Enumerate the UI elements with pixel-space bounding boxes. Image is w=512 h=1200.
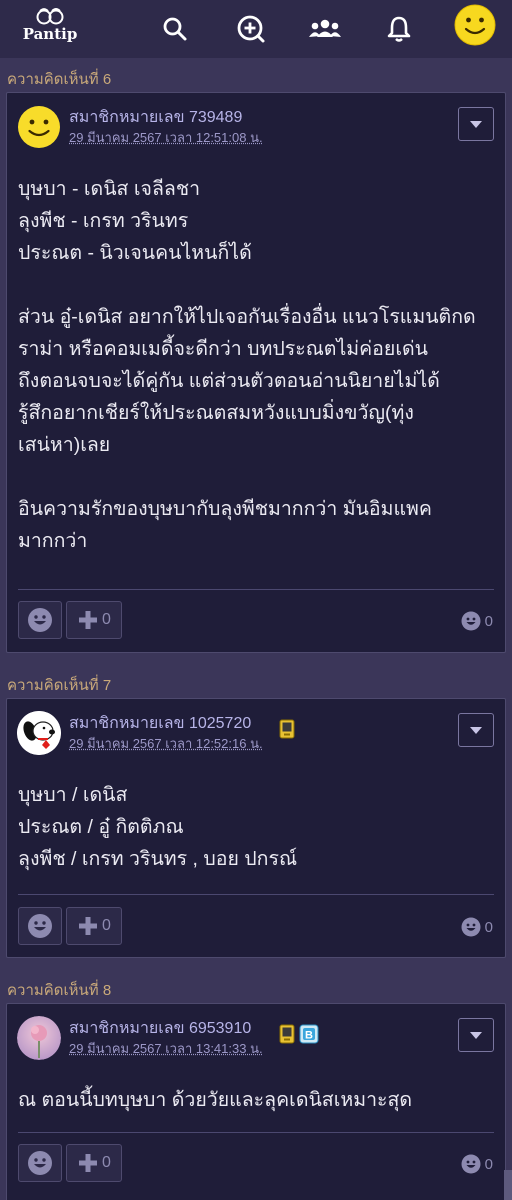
profile-avatar[interactable] <box>454 4 496 46</box>
comment-card: สมาชิกหมายเลข 6953910 B 29 มีนาคม 2567 เ… <box>6 1003 506 1200</box>
avatar[interactable] <box>17 105 61 149</box>
pantip-logo-icon <box>35 6 65 26</box>
comment-card: สมาชิกหมายเลข 1025720 29 มีนาคม 2567 เวล… <box>6 698 506 958</box>
emotion-count: 0 <box>461 611 493 631</box>
emotion-face-icon <box>461 611 481 631</box>
avatar[interactable] <box>17 1016 61 1060</box>
comment-body: ณ ตอนนี้บทบุษบา ด้วยวัยและลุคเดนิสเหมาะส… <box>18 1084 493 1116</box>
avatar[interactable] <box>17 711 61 755</box>
divider <box>18 894 494 895</box>
emotion-count-value: 0 <box>485 919 493 936</box>
emotion-count: 0 <box>461 1154 493 1174</box>
add-topic-icon[interactable] <box>231 9 271 49</box>
emotion-button[interactable] <box>18 907 62 945</box>
comment-body: บุษบา / เดนิส ประณต / อู๋ กิตติภณ ลุงพีช… <box>18 779 493 875</box>
post-timestamp[interactable]: 29 มีนาคม 2567 เวลา 12:51:08 น. <box>69 127 263 148</box>
comment-number-label: ความคิดเห็นที่ 7 <box>7 673 111 697</box>
blog-badge-letter: B <box>305 1030 313 1042</box>
plus-vote-button[interactable]: 0 <box>66 907 122 945</box>
emotion-face-icon <box>27 913 53 939</box>
logo-text: Pantip <box>23 25 78 43</box>
comment-number-label: ความคิดเห็นที่ 8 <box>7 978 111 1002</box>
plus-icon <box>77 915 99 937</box>
emotion-button[interactable] <box>18 601 62 639</box>
phone-badge-icon <box>279 719 295 739</box>
emotion-button[interactable] <box>18 1144 62 1182</box>
comment-menu-button[interactable] <box>458 713 494 747</box>
emotion-face-icon <box>27 1150 53 1176</box>
scrollbar-thumb[interactable] <box>504 1170 512 1200</box>
emotion-face-icon <box>461 917 481 937</box>
emotion-face-icon <box>461 1154 481 1174</box>
comment-number-label: ความคิดเห็นที่ 6 <box>7 67 111 91</box>
comment-menu-button[interactable] <box>458 107 494 141</box>
plus-count: 0 <box>102 917 111 935</box>
plus-icon <box>77 1152 99 1174</box>
post-timestamp[interactable]: 29 มีนาคม 2567 เวลา 13:41:33 น. <box>69 1038 263 1059</box>
blog-badge-icon: B <box>299 1024 319 1044</box>
emotion-count-value: 0 <box>485 1156 493 1173</box>
comment-card: สมาชิกหมายเลข 739489 29 มีนาคม 2567 เวลา… <box>6 92 506 653</box>
chevron-down-icon <box>469 726 483 735</box>
emotion-count-value: 0 <box>485 613 493 630</box>
phone-badge-icon <box>279 1024 295 1044</box>
plus-icon <box>77 609 99 631</box>
plus-vote-button[interactable]: 0 <box>66 601 122 639</box>
divider <box>18 589 494 590</box>
emotion-face-icon <box>27 607 53 633</box>
divider <box>18 1132 494 1133</box>
comment-body: บุษบา - เดนิส เจลีลชา ลุงพีช - เกรท วริน… <box>18 173 493 557</box>
bell-icon[interactable] <box>379 9 419 49</box>
pantip-logo[interactable]: Pantip <box>18 6 82 50</box>
post-timestamp[interactable]: 29 มีนาคม 2567 เวลา 12:52:16 น. <box>69 733 263 754</box>
search-icon[interactable] <box>155 9 195 49</box>
plus-count: 0 <box>102 1154 111 1172</box>
chevron-down-icon <box>469 120 483 129</box>
chevron-down-icon <box>469 1031 483 1040</box>
emotion-count: 0 <box>461 917 493 937</box>
plus-count: 0 <box>102 611 111 629</box>
plus-vote-button[interactable]: 0 <box>66 1144 122 1182</box>
comment-menu-button[interactable] <box>458 1018 494 1052</box>
top-navbar: Pantip <box>0 0 512 58</box>
community-icon[interactable] <box>305 9 345 49</box>
